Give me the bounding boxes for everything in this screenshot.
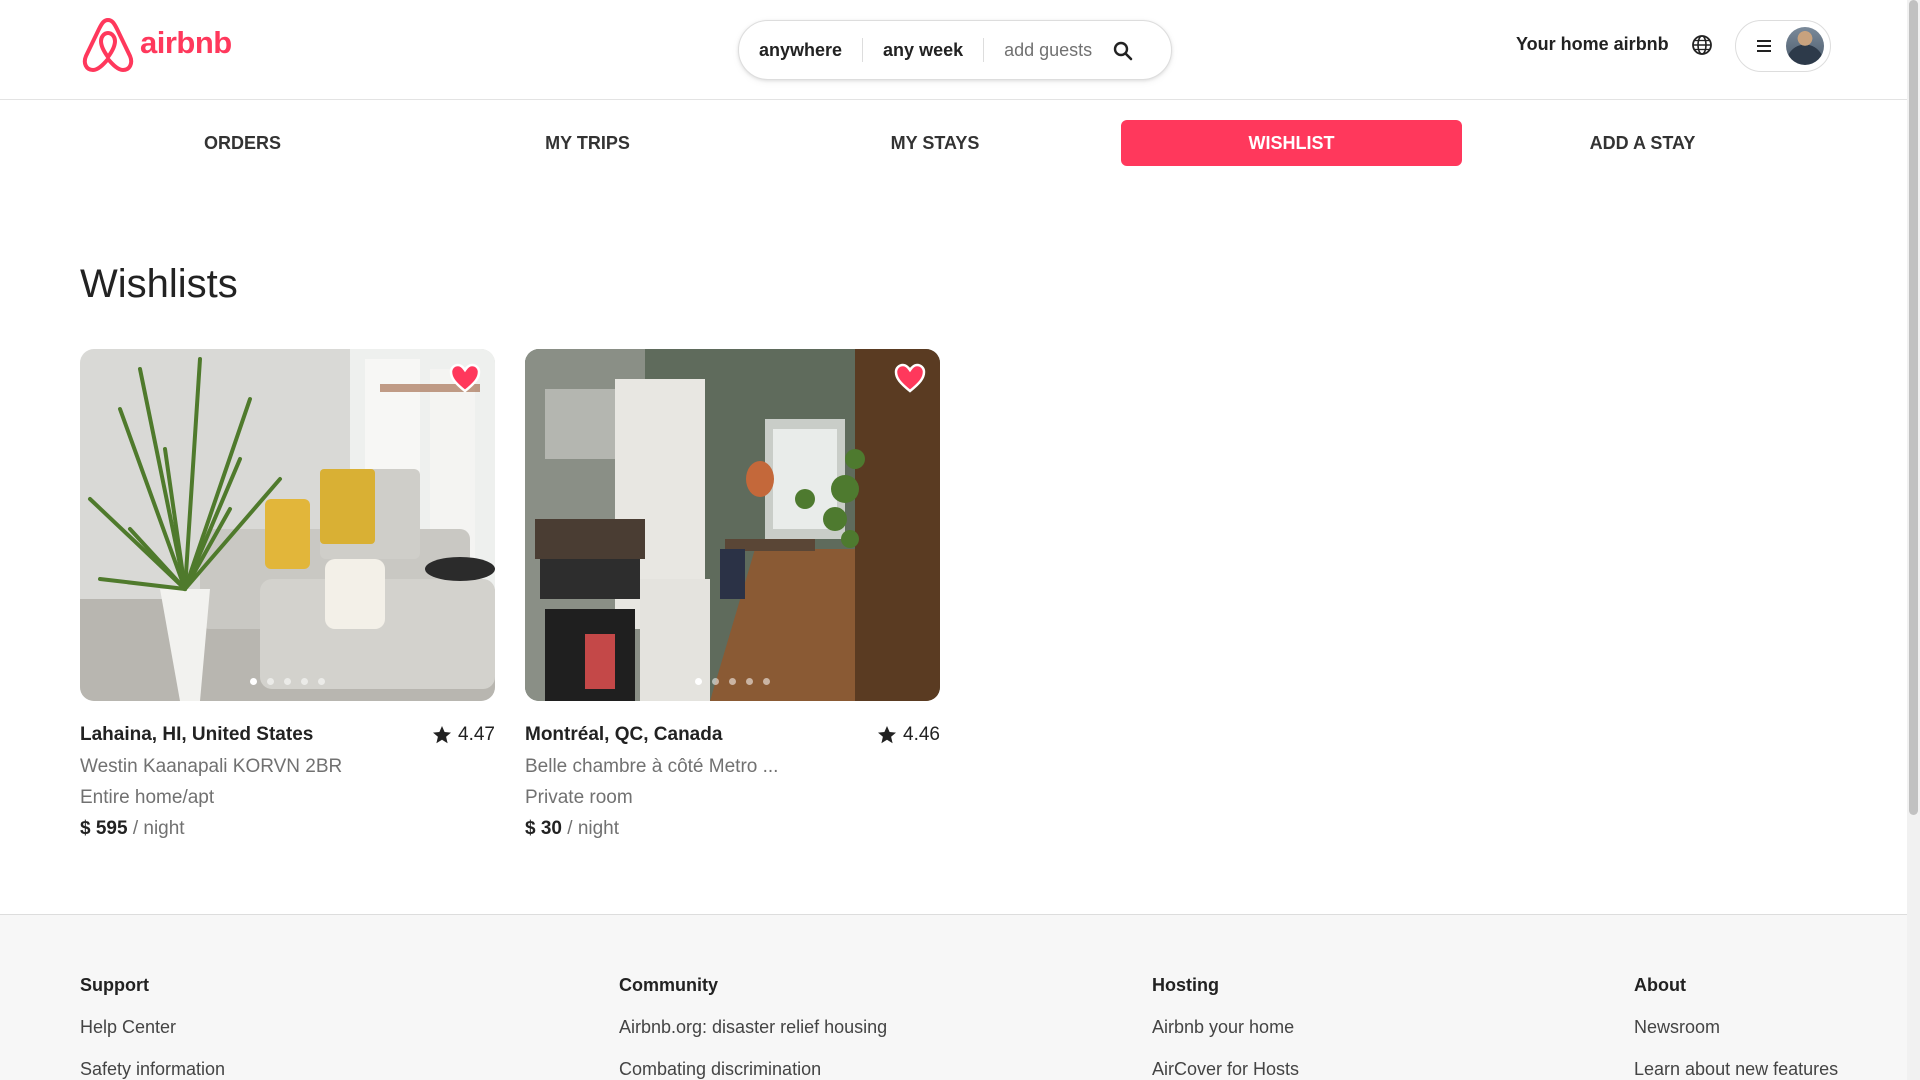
- search-bar[interactable]: anywhere any week add guests: [738, 20, 1172, 80]
- top-header: airbnb anywhere any week add guests Your…: [0, 0, 1907, 100]
- language-button[interactable]: [1690, 33, 1714, 57]
- photo-dot[interactable]: [746, 678, 753, 685]
- search-where[interactable]: anywhere: [739, 38, 862, 62]
- footer-link[interactable]: AirCover for Hosts: [1152, 1059, 1299, 1080]
- tab-my-stays[interactable]: MY STAYS: [770, 120, 1100, 166]
- listing-type: Private room: [525, 787, 633, 808]
- heart-icon[interactable]: [894, 363, 926, 393]
- listing-info: Lahaina, HI, United States 4.47 Westin K…: [80, 721, 495, 842]
- footer-link[interactable]: Help Center: [80, 1017, 225, 1038]
- account-tabs: ORDERS MY TRIPS MY STAYS WISHLIST ADD A …: [80, 120, 1832, 166]
- host-your-home-link[interactable]: Your home airbnb: [1516, 34, 1669, 55]
- search-icon: [1113, 41, 1133, 61]
- heart-icon[interactable]: [449, 363, 481, 393]
- photo-dot[interactable]: [250, 678, 257, 685]
- rating-value: 4.47: [458, 724, 495, 745]
- tab-add-a-stay[interactable]: ADD A STAY: [1480, 120, 1805, 166]
- search-button[interactable]: [1111, 39, 1135, 63]
- price-unit: / night: [567, 818, 620, 839]
- footer-heading: About: [1634, 975, 1686, 995]
- photo-dot[interactable]: [267, 678, 274, 685]
- footer-link[interactable]: Safety information: [80, 1059, 225, 1080]
- listing-rating: 4.46: [877, 724, 940, 746]
- listing-name: Westin Kaanapali KORVN 2BR: [80, 756, 343, 777]
- photo-dot[interactable]: [301, 678, 308, 685]
- listing-photo[interactable]: [80, 349, 495, 701]
- footer-link[interactable]: Airbnb.org: disaster relief housing: [619, 1017, 887, 1038]
- search-guests[interactable]: add guests: [984, 38, 1112, 62]
- tab-orders[interactable]: ORDERS: [80, 120, 405, 166]
- menu-icon: [1757, 40, 1771, 52]
- footer-column-community: Community Airbnb.org: disaster relief ho…: [619, 975, 887, 1080]
- listing-price: $ 30 / night: [525, 815, 940, 842]
- footer-column-hosting: Hosting Airbnb your home AirCover for Ho…: [1152, 975, 1299, 1080]
- photo-dots: [80, 678, 495, 685]
- footer-heading: Support: [80, 975, 149, 995]
- footer-link[interactable]: Airbnb your home: [1152, 1017, 1299, 1038]
- living-room-photo: [80, 349, 495, 701]
- rating-value: 4.46: [903, 724, 940, 745]
- page-scrollbar[interactable]: [1907, 0, 1920, 1080]
- footer-column-support: Support Help Center Safety information: [80, 975, 225, 1080]
- footer-column-about: About Newsroom Learn about new features: [1634, 975, 1838, 1080]
- tab-wishlist[interactable]: WISHLIST: [1121, 120, 1462, 166]
- price-amount: $ 30: [525, 818, 562, 839]
- avatar: [1786, 27, 1824, 65]
- tab-my-trips[interactable]: MY TRIPS: [425, 120, 750, 166]
- listing-name: Belle chambre à côté Metro ...: [525, 756, 779, 777]
- listing-price: $ 595 / night: [80, 815, 495, 842]
- footer-heading: Community: [619, 975, 718, 995]
- listing-photo[interactable]: [525, 349, 940, 701]
- scrollbar-thumb[interactable]: [1909, 0, 1918, 815]
- airbnb-logo-icon: [82, 18, 134, 72]
- photo-dot[interactable]: [763, 678, 770, 685]
- price-unit: / night: [132, 818, 185, 839]
- footer: Support Help Center Safety information C…: [0, 914, 1907, 1080]
- kitchen-photo: [525, 349, 940, 701]
- photo-dot[interactable]: [729, 678, 736, 685]
- photo-dot[interactable]: [318, 678, 325, 685]
- wishlist-card[interactable]: Lahaina, HI, United States 4.47 Westin K…: [80, 349, 495, 842]
- price-amount: $ 595: [80, 818, 128, 839]
- page-title: Wishlists: [80, 262, 238, 306]
- globe-icon: [1692, 35, 1712, 55]
- footer-link[interactable]: Combating discrimination: [619, 1059, 887, 1080]
- star-icon: [433, 726, 452, 744]
- photo-dots: [525, 678, 940, 685]
- photo-dot[interactable]: [712, 678, 719, 685]
- photo-dot[interactable]: [695, 678, 702, 685]
- brand-name: airbnb: [140, 25, 232, 60]
- wishlist-card[interactable]: Montréal, QC, Canada 4.46 Belle chambre …: [525, 349, 940, 842]
- star-icon: [878, 726, 897, 744]
- footer-link[interactable]: Newsroom: [1634, 1017, 1838, 1038]
- listing-rating: 4.47: [432, 724, 495, 746]
- user-menu-button[interactable]: [1735, 20, 1831, 72]
- search-when[interactable]: any week: [863, 38, 983, 62]
- airbnb-logo[interactable]: airbnb: [80, 16, 232, 74]
- listing-info: Montréal, QC, Canada 4.46 Belle chambre …: [525, 721, 940, 842]
- listing-location: Lahaina, HI, United States: [80, 724, 314, 745]
- footer-heading: Hosting: [1152, 975, 1219, 995]
- footer-link[interactable]: Learn about new features: [1634, 1059, 1838, 1080]
- photo-dot[interactable]: [284, 678, 291, 685]
- listing-location: Montréal, QC, Canada: [525, 724, 723, 745]
- listing-type: Entire home/apt: [80, 787, 215, 808]
